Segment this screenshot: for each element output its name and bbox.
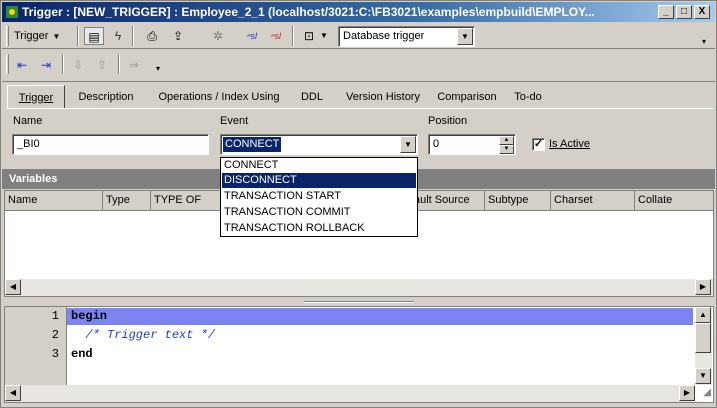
more-dropdown-icon[interactable]: ▾: [156, 64, 160, 73]
tab-comparison[interactable]: Comparison: [431, 87, 503, 108]
column-header-name[interactable]: Name: [5, 191, 103, 211]
move-up-icon[interactable]: ⇧: [92, 56, 112, 74]
scroll-thumb[interactable]: [695, 323, 711, 353]
column-header-default-source[interactable]: ault Source: [411, 191, 485, 211]
column-header-collate[interactable]: Collate: [635, 191, 713, 211]
window-title: Trigger : [NEW_TRIGGER] : Employee_2_1 (…: [22, 5, 595, 19]
tab-version-history[interactable]: Version History: [337, 87, 429, 108]
trigger-menu-button[interactable]: Trigger ▼: [14, 27, 74, 45]
grid-icon[interactable]: ▤: [84, 27, 104, 45]
toolbar-grip[interactable]: [6, 26, 9, 46]
close-button[interactable]: X: [694, 5, 710, 19]
sql-red-icon[interactable]: ᵸsl: [266, 27, 286, 45]
scroll-right-icon[interactable]: ▶: [695, 279, 711, 295]
name-label: Name: [13, 115, 43, 127]
print-icon[interactable]: ⎙: [142, 27, 162, 45]
position-stepper[interactable]: 0 ▲ ▼: [428, 134, 516, 155]
column-header-type-of[interactable]: TYPE OF: [151, 191, 221, 211]
line-number: 2: [51, 328, 59, 342]
indent-right-icon[interactable]: ⇥: [36, 56, 56, 74]
title-bar[interactable]: Trigger : [NEW_TRIGGER] : Employee_2_1 (…: [2, 2, 715, 22]
properties-icon[interactable]: ⊡: [299, 27, 319, 45]
current-line-highlight: [67, 308, 693, 325]
resize-grip-icon[interactable]: ◢: [697, 387, 711, 401]
secondary-toolbar: ⇤ ⇥ ⇩ ⇧ ⇒ ▾: [2, 50, 172, 80]
scroll-down-icon[interactable]: ▼: [695, 368, 711, 384]
tab-to-do[interactable]: To-do: [505, 87, 551, 108]
export-icon[interactable]: ⇪: [168, 27, 188, 45]
code-line[interactable]: begin: [71, 309, 107, 323]
event-option-connect[interactable]: CONNECT: [222, 158, 416, 173]
editor-vertical-scrollbar[interactable]: ▲ ▼: [695, 307, 712, 385]
stepper-down-icon[interactable]: ▼: [499, 145, 514, 154]
position-label: Position: [428, 115, 468, 127]
tab-operations-index-using[interactable]: Operations / Index Using: [149, 87, 289, 108]
event-option-disconnect[interactable]: DISCONNECT: [222, 173, 416, 188]
tab-trigger[interactable]: Trigger: [7, 85, 65, 108]
toolbar-overflow-icon[interactable]: ▾: [702, 37, 706, 46]
event-select[interactable]: CONNECT ▼: [220, 134, 418, 155]
splitter[interactable]: [2, 298, 715, 306]
debug-icon[interactable]: ✲: [208, 27, 228, 45]
event-option-transaction-start[interactable]: TRANSACTION START: [222, 189, 416, 204]
name-field[interactable]: _BI0: [12, 134, 209, 155]
minimize-button[interactable]: _: [658, 5, 674, 19]
code-line[interactable]: end: [71, 347, 93, 361]
event-label: Event: [220, 115, 249, 127]
variables-horizontal-scrollbar[interactable]: ◀ ▶: [5, 279, 713, 296]
collapse-icon[interactable]: ⇒: [124, 56, 144, 74]
main-toolbar: Trigger ▼ ▤ ϟ ⎙ ⇪ ✲ ᵸsl ᵸsl ⊡ ▼ Database …: [2, 23, 715, 49]
scroll-left-icon[interactable]: ◀: [5, 279, 21, 295]
scroll-left-icon[interactable]: ◀: [5, 385, 21, 401]
editor-horizontal-scrollbar[interactable]: ◀ ▶: [5, 385, 695, 402]
chevron-down-icon[interactable]: ▼: [400, 136, 416, 153]
event-dropdown-list[interactable]: CONNECT DISCONNECT TRANSACTION START TRA…: [220, 157, 418, 237]
scroll-up-icon[interactable]: ▲: [695, 307, 711, 323]
scroll-right-icon[interactable]: ▶: [679, 385, 695, 401]
sql-editor[interactable]: 1 begin 2 /* Trigger text */ 3 end ▲ ▼ ◀…: [4, 306, 714, 403]
is-active-checkbox[interactable]: ✓: [532, 138, 545, 151]
maximize-button[interactable]: □: [676, 5, 692, 19]
properties-dropdown-icon[interactable]: ▼: [320, 31, 328, 40]
event-option-transaction-rollback[interactable]: TRANSACTION ROLLBACK: [222, 221, 416, 236]
chevron-down-icon[interactable]: ▼: [457, 28, 473, 45]
trigger-type-select[interactable]: Database trigger ▼: [338, 26, 475, 47]
event-option-transaction-commit[interactable]: TRANSACTION COMMIT: [222, 205, 416, 220]
is-active-label[interactable]: Is Active: [549, 138, 590, 150]
tab-description[interactable]: Description: [69, 87, 143, 108]
tab-ddl[interactable]: DDL: [295, 87, 329, 108]
code-line[interactable]: /* Trigger text */: [71, 328, 215, 342]
indent-left-icon[interactable]: ⇤: [12, 56, 32, 74]
line-number: 1: [51, 309, 59, 323]
lightning-icon[interactable]: ϟ: [108, 27, 128, 45]
stepper-up-icon[interactable]: ▲: [499, 136, 514, 145]
trigger-editor-window: Trigger : [NEW_TRIGGER] : Employee_2_1 (…: [0, 0, 717, 408]
column-header-type[interactable]: Type: [103, 191, 151, 211]
app-icon: [6, 6, 18, 18]
column-header-subtype[interactable]: Subtype: [485, 191, 551, 211]
sql-icon[interactable]: ᵸsl: [242, 27, 262, 45]
column-header-charset[interactable]: Charset: [551, 191, 635, 211]
line-number: 3: [51, 347, 59, 361]
move-down-icon[interactable]: ⇩: [68, 56, 88, 74]
